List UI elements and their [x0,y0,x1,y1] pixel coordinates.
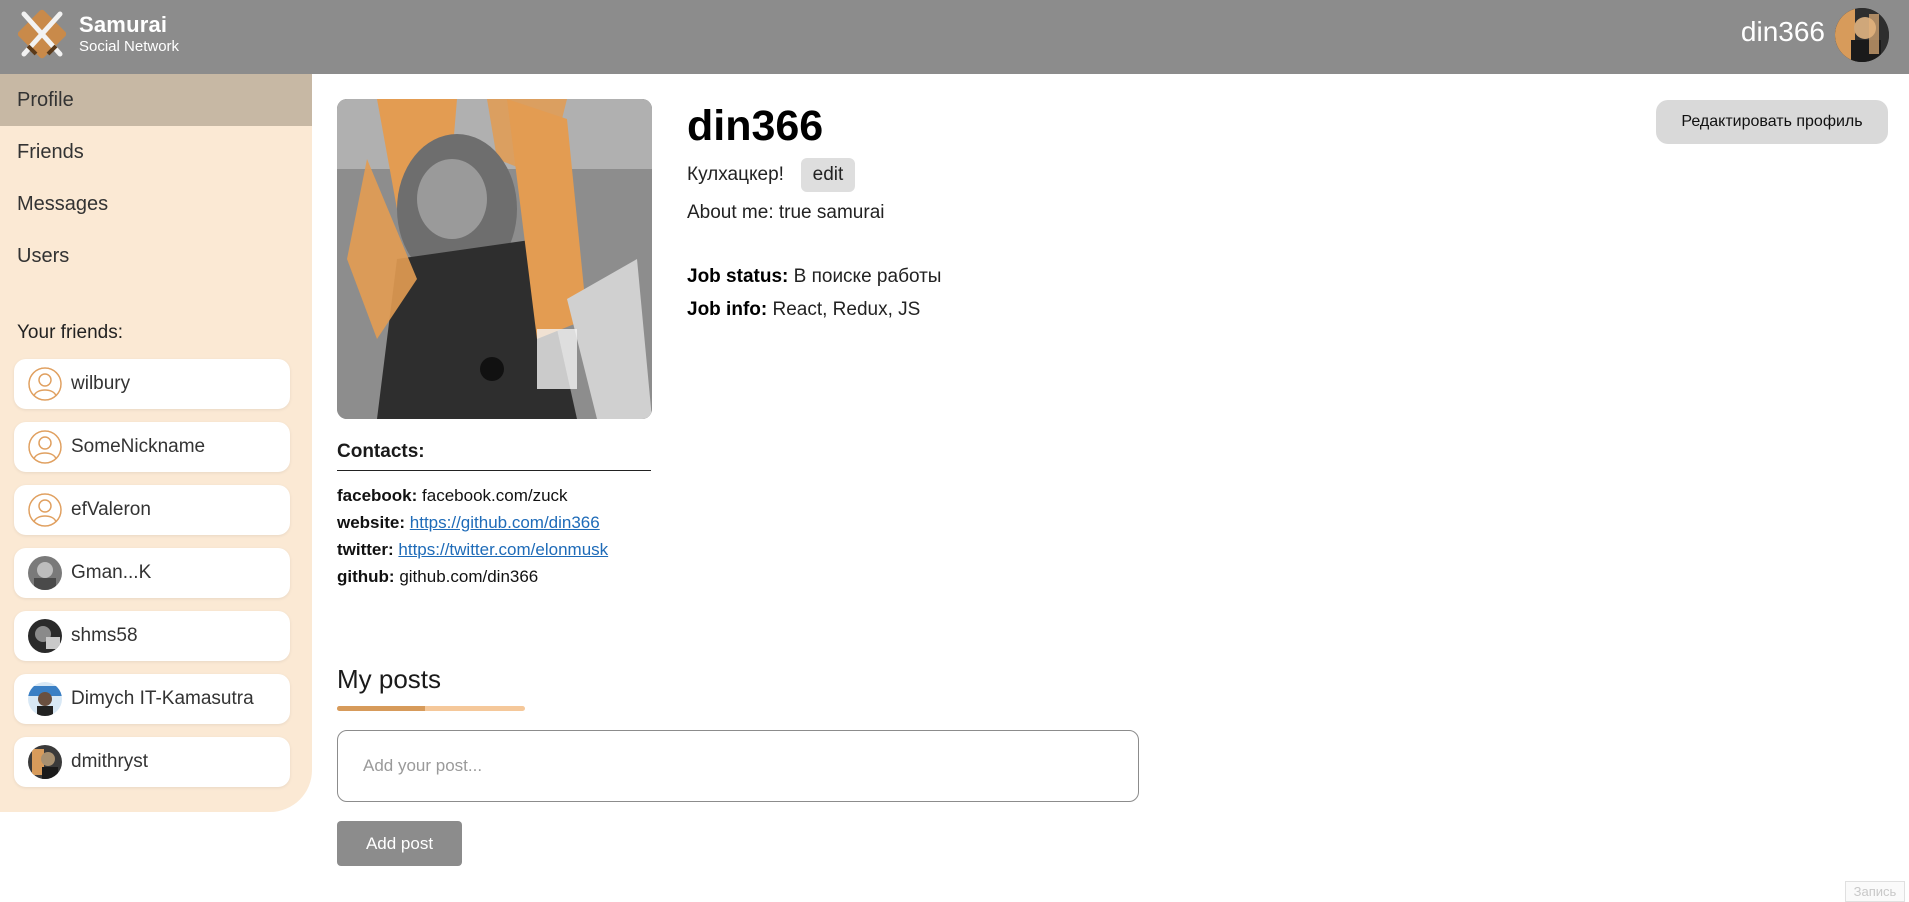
friend-item[interactable]: Gman...K [14,548,290,598]
friend-item[interactable]: Dimych IT-Kamasutra [14,674,290,724]
job-info-label: Job info: [687,299,768,320]
posts-accent-bar-fill [337,706,426,711]
about-me: About me: true samurai [687,202,885,223]
friend-item[interactable]: shms58 [14,611,290,661]
friend-name: dmithryst [71,751,149,772]
contact-label: github: [337,567,395,586]
contact-website: website: https://github.com/din366 [337,513,600,533]
header-username[interactable]: din366 [1741,16,1825,48]
contact-value: facebook.com/zuck [422,486,568,505]
friend-name: Gman...K [71,562,152,583]
friend-item[interactable]: SomeNickname [14,422,290,472]
friend-name: wilbury [71,373,131,394]
job-status-row: Job status: В поиске работы [687,266,941,288]
default-user-icon [28,430,62,464]
contact-label: website: [337,513,406,532]
default-user-icon [28,493,62,527]
profile-name: din366 [687,102,824,150]
edit-status-button[interactable]: edit [801,158,855,192]
default-user-icon [28,367,62,401]
contact-label: twitter: [337,540,394,559]
friend-name: shms58 [71,625,138,646]
nav-item-profile[interactable]: Profile [0,74,312,126]
friend-name: SomeNickname [71,436,206,457]
contact-label: facebook: [337,486,418,505]
edit-profile-button[interactable]: Редактировать профиль [1656,100,1888,144]
nav-item-messages[interactable]: Messages [0,178,312,230]
posts-title: My posts [337,664,442,694]
contact-link[interactable]: https://twitter.com/elonmusk [398,540,608,559]
job-status-value: В поиске работы [793,266,942,287]
profile-status[interactable]: Кулхацкер! [687,164,784,186]
contact-link[interactable]: https://github.com/din366 [410,513,600,532]
friend-item[interactable]: efValeron [14,485,290,535]
contacts-title: Contacts: [337,441,425,462]
sidebar: Profile Friends Messages Users Your frie… [0,74,312,812]
contacts-divider [337,470,651,471]
friend-avatar-photo [28,556,62,590]
contact-github: github: github.com/din366 [337,567,538,587]
friend-avatar-photo [28,619,62,653]
job-info-row: Job info: React, Redux, JS [687,299,920,321]
friend-item[interactable]: dmithryst [14,737,290,787]
friend-name: Dimych IT-Kamasutra [71,688,254,709]
header-avatar[interactable] [1835,8,1889,62]
friend-avatar-photo [28,745,62,779]
corner-tag[interactable]: Запись [1845,881,1905,902]
friend-name: efValeron [71,499,151,520]
brand-name: Samurai [79,12,168,37]
contact-twitter: twitter: https://twitter.com/elonmusk [337,540,608,560]
add-post-button[interactable]: Add post [337,821,462,866]
app-header: Samurai Social Network din366 [0,0,1909,74]
posts-accent-bar [337,706,525,711]
friends-title: Your friends: [17,322,123,343]
nav-item-users[interactable]: Users [0,230,312,282]
job-info-value: React, Redux, JS [772,299,921,320]
brand-subtitle: Social Network [79,38,180,55]
crossed-swords-icon[interactable] [18,8,66,60]
job-status-label: Job status: [687,266,789,287]
friend-avatar-photo [28,682,62,716]
contact-value: github.com/din366 [399,567,539,586]
post-input[interactable] [337,730,1139,802]
nav-item-friends[interactable]: Friends [0,126,312,178]
friend-item[interactable]: wilbury [14,359,290,409]
profile-photo [337,99,652,419]
contact-facebook: facebook: facebook.com/zuck [337,486,568,506]
